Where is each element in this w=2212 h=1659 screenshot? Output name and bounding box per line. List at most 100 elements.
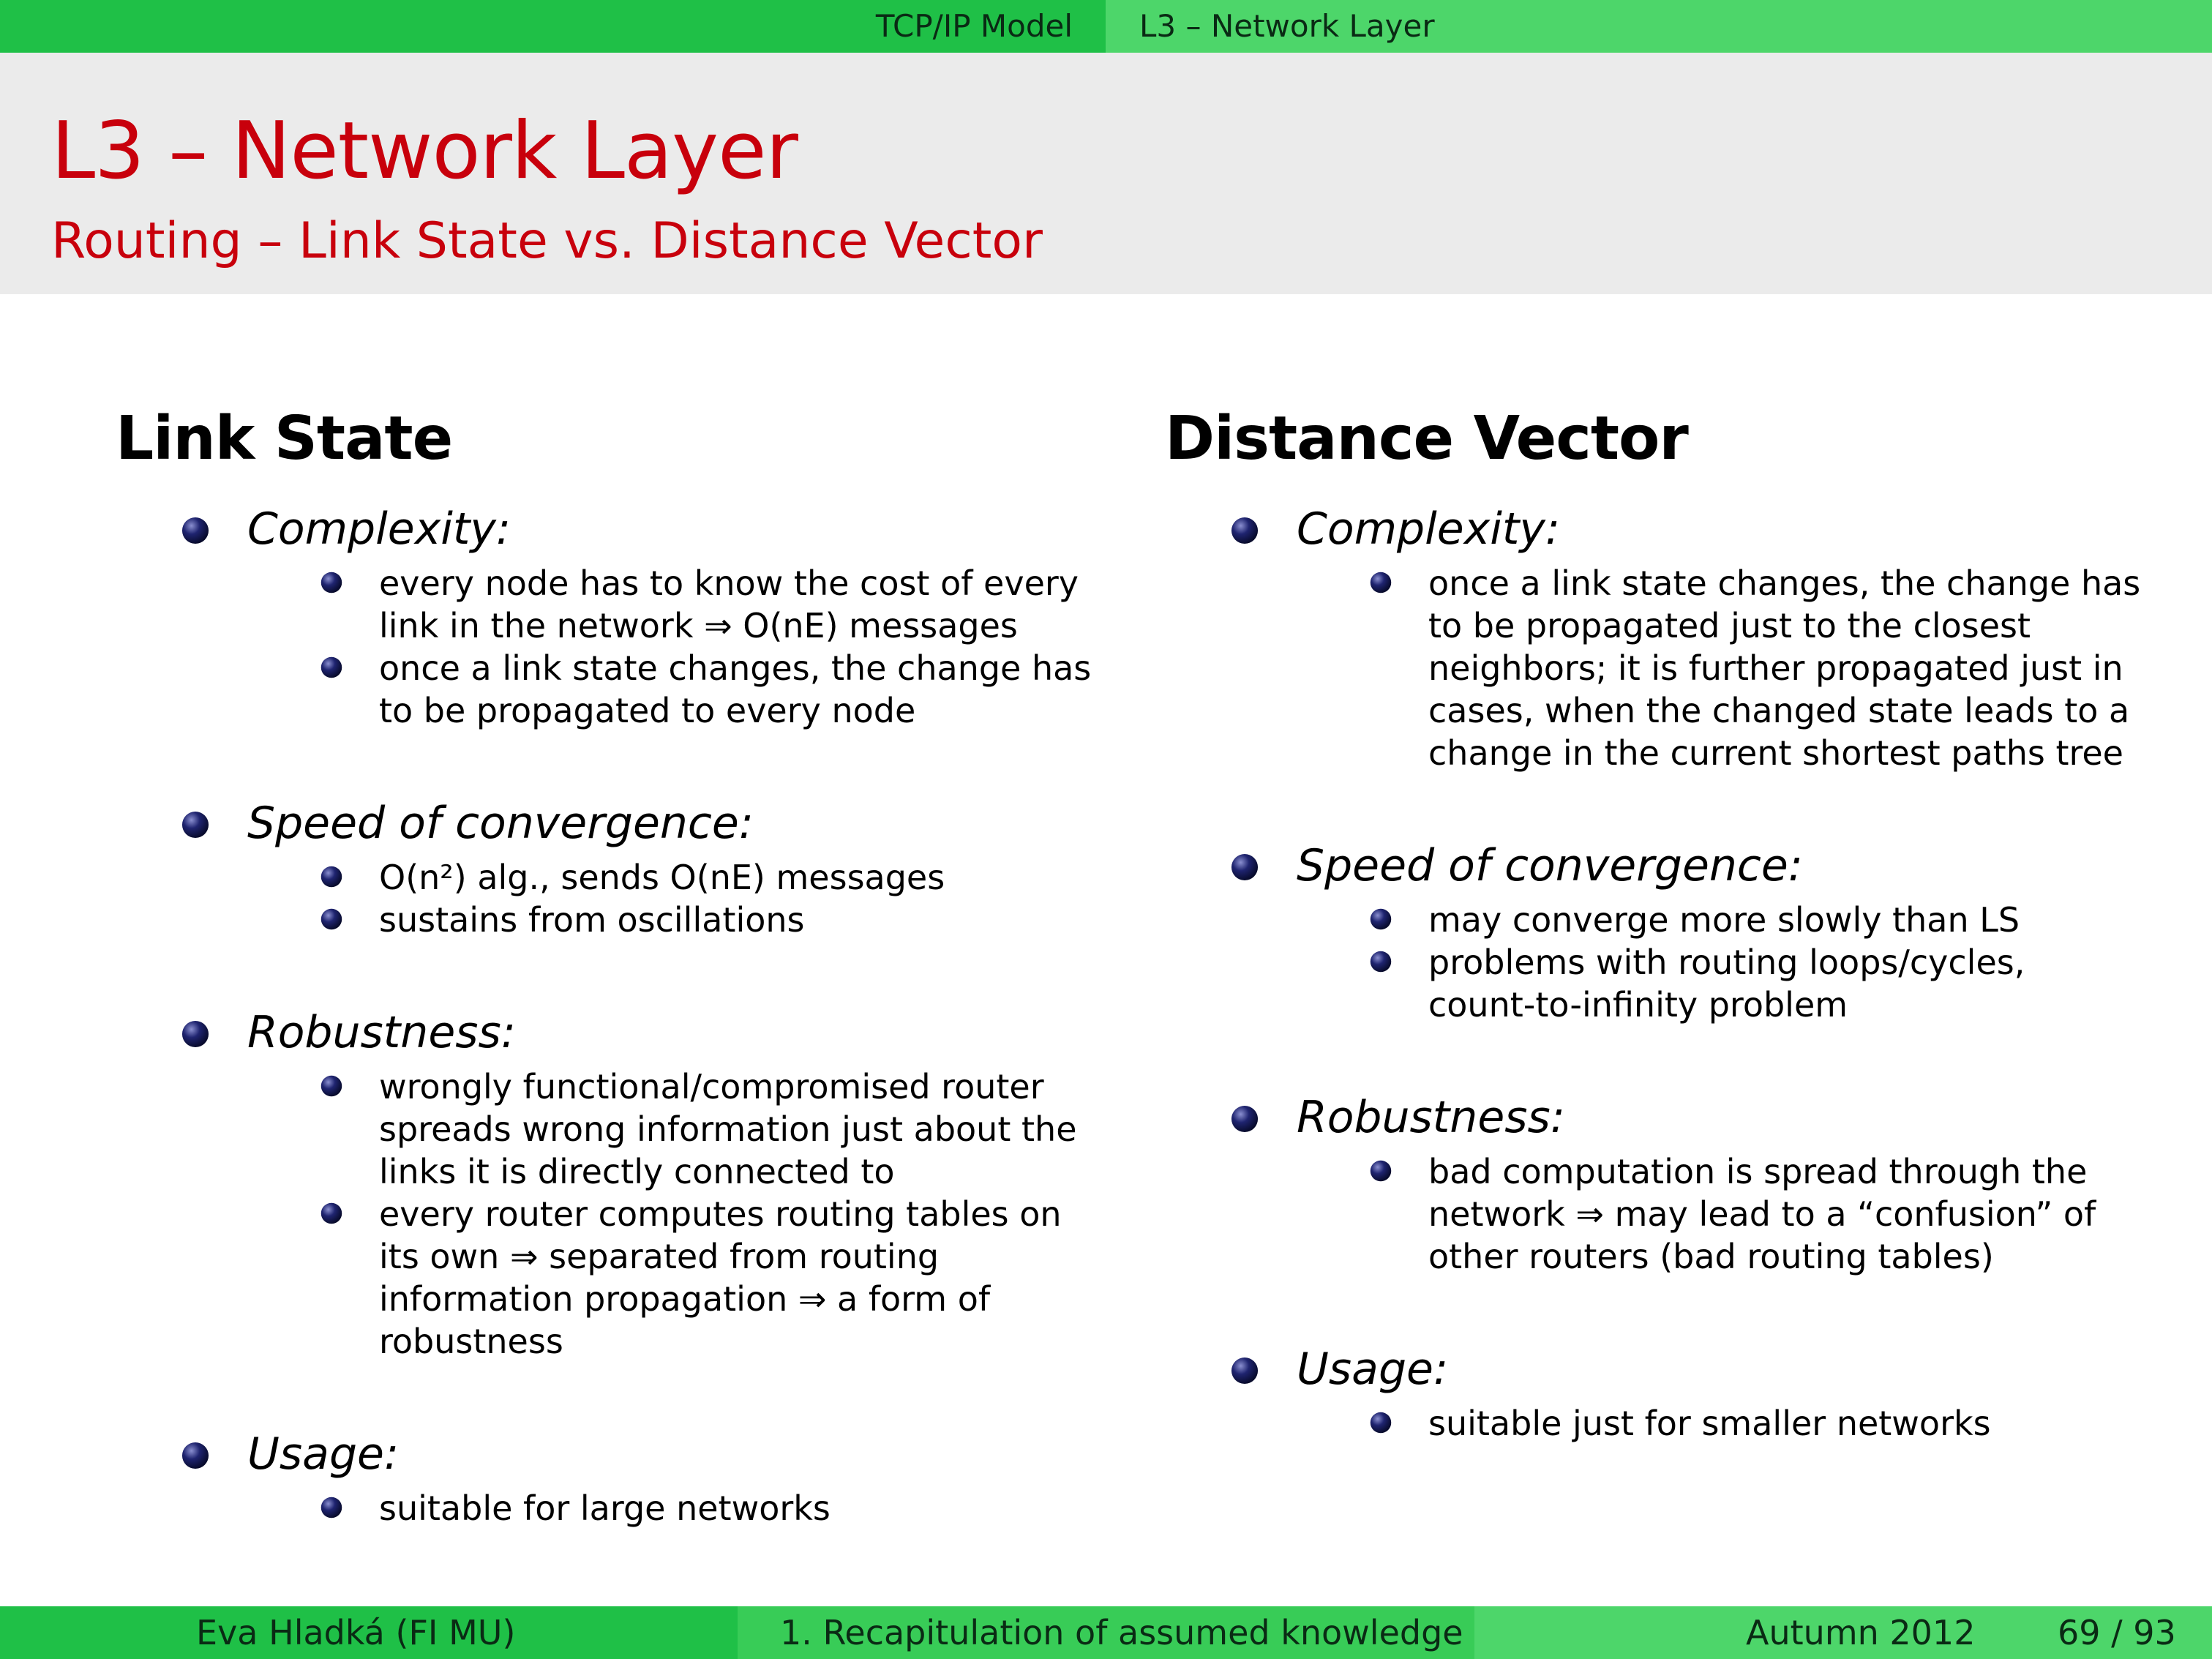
list-item: wrongly functional/compromised router spr… [116, 1066, 1155, 1193]
bullet-ball-icon [1231, 1357, 1259, 1385]
bullet-ball-icon [320, 1497, 342, 1518]
list-item-line: bad computation is spread through the [1428, 1152, 2088, 1191]
section-label-text: Complexity: [1297, 503, 1561, 555]
list-item-line: every node has to know the cost of every [379, 563, 1079, 603]
list-item-line: wrongly functional/compromised router [379, 1067, 1044, 1106]
list-item-line: every router computes routing tables on [379, 1194, 1062, 1234]
list-item: O(n²) alg., sends O(nE) messages [116, 856, 1155, 899]
list-item: bad computation is spread through the net… [1165, 1150, 2204, 1278]
list-item-line: change in the current shortest paths tre… [1428, 733, 2123, 773]
list-item-line: suitable just for smaller networks [1428, 1404, 1991, 1443]
bullet-ball-icon [181, 517, 209, 544]
list-item-line: suitable for large networks [379, 1488, 831, 1528]
list-item-line: count-to-infinity problem [1428, 985, 1848, 1025]
bullet-ball-icon [181, 1442, 209, 1469]
bullet-ball-icon [1370, 1160, 1392, 1182]
list-item-line: links it is directly connected to [379, 1152, 895, 1191]
sub-bullet-list: suitable just for smaller networks [1165, 1402, 2204, 1445]
sub-bullet-list: O(n²) alg., sends O(nE) messages sustains… [116, 856, 1155, 941]
sub-bullet-list: every node has to know the cost of every… [116, 562, 1155, 732]
section-label-text: Robustness: [1297, 1092, 1565, 1143]
list-item: suitable for large networks [116, 1487, 1155, 1529]
column-distance-vector: Distance Vector Complexity: once a link s… [1165, 395, 2204, 1445]
list-item: problems with routing loops/cycles, count… [1165, 941, 2204, 1026]
list-item-line: information propagation ⇒ a form of [379, 1279, 991, 1319]
list-item-line: problems with routing loops/cycles, [1428, 943, 2025, 982]
slide-title: L3 – Network Layer [51, 105, 798, 197]
section-label-text: Speed of convergence: [247, 798, 754, 849]
list-item-line: neighbors; it is further propagated just… [1428, 648, 2123, 688]
bullet-ball-icon [1231, 1105, 1259, 1133]
bullet-ball-icon [1231, 853, 1259, 881]
bullet-ball-icon [320, 1202, 342, 1224]
section-link[interactable]: TCP/IP Model [876, 0, 1073, 53]
list-item-line: robustness [379, 1322, 563, 1361]
footer-author[interactable]: Eva Hladká (FI MU) [196, 1606, 515, 1659]
column-link-state: Link State Complexity: every node has to … [116, 395, 1155, 1529]
list-item: every node has to know the cost of every… [116, 562, 1155, 647]
bullet-section-label: Complexity: [116, 496, 1155, 562]
column-sections: Complexity: once a link state changes, th… [1165, 496, 2204, 1445]
sub-bullet-list: bad computation is spread through the net… [1165, 1150, 2204, 1278]
list-item-line: sustains from oscillations [379, 900, 805, 940]
list-item-line: once a link state changes, the change ha… [379, 648, 1092, 688]
title-box: L3 – Network Layer Routing – Link State … [0, 53, 2212, 294]
bullet-ball-icon [181, 811, 209, 839]
list-item: may converge more slowly than LS [1165, 899, 2204, 941]
subsection-link[interactable]: L3 – Network Layer [1139, 0, 1435, 53]
list-item-line: network ⇒ may lead to a “confusion” of [1428, 1194, 2096, 1234]
list-item: once a link state changes, the change ha… [116, 647, 1155, 732]
list-item-line: other routers (bad routing tables) [1428, 1237, 1994, 1276]
bullet-ball-icon [320, 866, 342, 888]
list-item-line: O(n²) alg., sends O(nE) messages [379, 858, 945, 897]
list-item-line: spreads wrong information just about the [379, 1109, 1077, 1149]
bullet-section-label: Robustness: [1165, 1085, 2204, 1150]
bullet-ball-icon [1370, 951, 1392, 973]
section-label-text: Robustness: [247, 1007, 516, 1058]
bullet-section-label: Speed of convergence: [116, 790, 1155, 856]
footer-page-number: 69 / 93 [2058, 1613, 2176, 1652]
bullet-ball-icon [320, 656, 342, 678]
list-item-line: once a link state changes, the change ha… [1428, 563, 2141, 603]
bullet-section-label: Complexity: [1165, 496, 2204, 562]
bullet-ball-icon [1231, 517, 1259, 544]
footer-lecture[interactable]: 1. Recapitulation of assumed knowledge [780, 1606, 1463, 1659]
bullet-ball-icon [1370, 1412, 1392, 1434]
bullet-section-label: Speed of convergence: [1165, 833, 2204, 899]
list-item: every router computes routing tables on i… [116, 1193, 1155, 1363]
list-item-line: to be propagated to every node [379, 691, 916, 730]
bullet-ball-icon [1370, 908, 1392, 930]
column-heading: Distance Vector [1165, 404, 1689, 473]
footer-term: Autumn 2012 [1746, 1613, 1976, 1652]
column-sections: Complexity: every node has to know the co… [116, 496, 1155, 1529]
list-item: suitable just for smaller networks [1165, 1402, 2204, 1445]
bullet-ball-icon [320, 572, 342, 593]
section-label-text: Usage: [1297, 1344, 1449, 1395]
list-item: once a link state changes, the change ha… [1165, 562, 2204, 774]
sub-bullet-list: wrongly functional/compromised router spr… [116, 1066, 1155, 1363]
column-heading: Link State [116, 404, 453, 473]
list-item-line: cases, when the changed state leads to a [1428, 691, 2130, 730]
slide-subtitle: Routing – Link State vs. Distance Vector [51, 212, 1043, 270]
bullet-ball-icon [181, 1020, 209, 1048]
sub-bullet-list: may converge more slowly than LS problems… [1165, 899, 2204, 1026]
list-item-line: may converge more slowly than LS [1428, 900, 2020, 940]
bullet-section-label: Robustness: [116, 1000, 1155, 1066]
bullet-ball-icon [320, 1075, 342, 1097]
bullet-ball-icon [1370, 572, 1392, 593]
sub-bullet-list: suitable for large networks [116, 1487, 1155, 1529]
sub-bullet-list: once a link state changes, the change ha… [1165, 562, 2204, 774]
list-item-line: to be propagated just to the closest [1428, 606, 2031, 645]
top-nav-bar: TCP/IP Model L3 – Network Layer [0, 0, 2212, 53]
bullet-ball-icon [320, 908, 342, 930]
footer-bar: Eva Hladká (FI MU) 1. Recapitulation of … [0, 1606, 2212, 1659]
section-label-text: Usage: [247, 1428, 400, 1480]
list-item-line: link in the network ⇒ O(nE) messages [379, 606, 1018, 645]
section-label-text: Complexity: [247, 503, 511, 555]
